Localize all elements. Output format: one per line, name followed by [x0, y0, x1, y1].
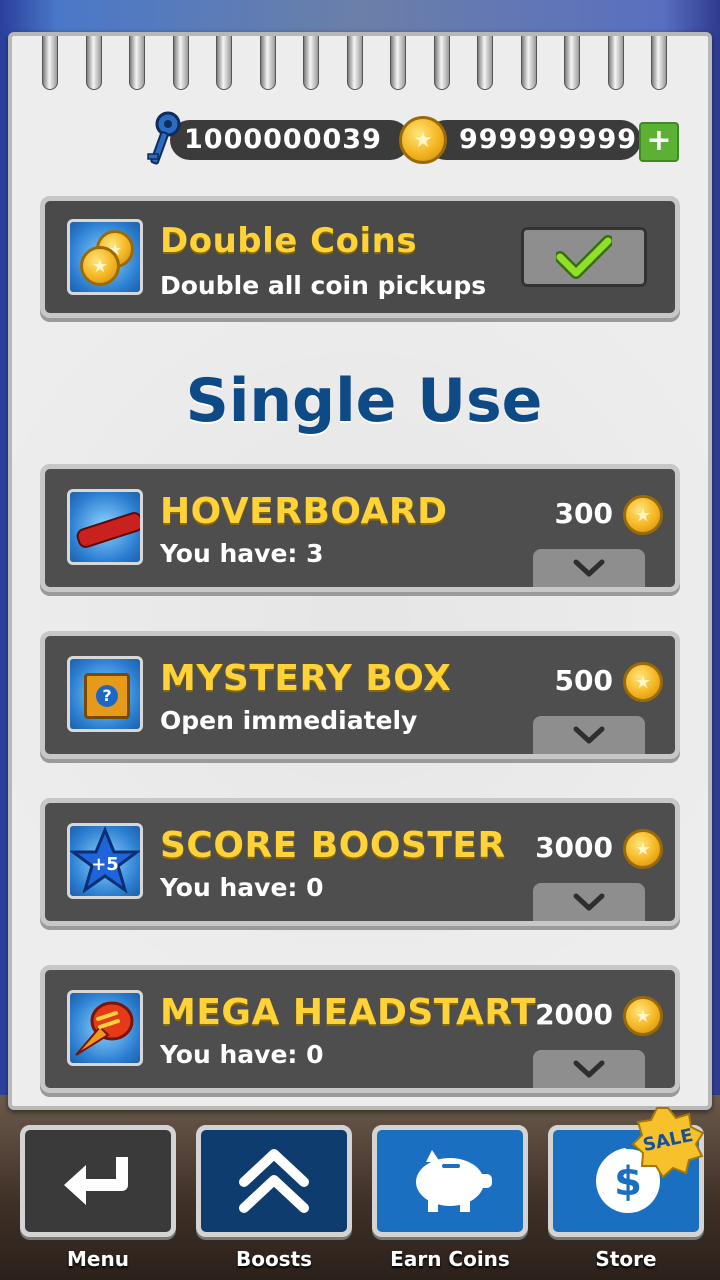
spiral-ring — [85, 36, 102, 90]
expand-button[interactable] — [533, 549, 645, 587]
item-subtitle: You have: 0 — [160, 1040, 324, 1069]
store-label: Store — [595, 1247, 657, 1271]
keys-count: 1000000039 — [184, 124, 382, 155]
item-mystery-box[interactable]: ? MYSTERY BOX Open immediately 500 ★ — [40, 631, 680, 759]
hoverboard-icon — [67, 489, 143, 565]
item-price: 2000 — [535, 998, 613, 1031]
section-title: Single Use — [185, 366, 543, 436]
double-coins-owned-button[interactable] — [521, 227, 647, 287]
earn-coins-label: Earn Coins — [390, 1247, 510, 1271]
currency-bar: 1000000039 ★ 999999999 + — [144, 111, 679, 165]
boosts-button[interactable] — [196, 1125, 352, 1237]
item-price: 300 — [554, 497, 613, 530]
coin-icon: ★ — [623, 996, 663, 1036]
spiral-ring — [651, 36, 667, 90]
notebook-panel: 1000000039 ★ 999999999 + ★ ★ Double Coin… — [8, 32, 712, 1110]
svg-text:+5: +5 — [91, 854, 119, 875]
spiral-ring — [477, 36, 493, 90]
piggy-bank-icon — [416, 1150, 492, 1212]
coin-icon: ★ — [623, 829, 663, 869]
expand-button[interactable] — [533, 1050, 645, 1088]
chevron-down-icon — [573, 726, 605, 744]
mystery-box-icon: ? — [67, 656, 143, 732]
spiral-ring — [259, 36, 276, 90]
score-booster-icon: +5 — [67, 823, 143, 899]
item-subtitle: You have: 3 — [160, 539, 324, 568]
coins-count: 999999999 — [459, 124, 638, 155]
chevron-down-icon — [573, 1060, 605, 1078]
item-price: 3000 — [535, 831, 613, 864]
spiral-ring — [564, 36, 580, 90]
earn-coins-button[interactable] — [372, 1125, 528, 1237]
double-chevron-up-icon — [239, 1149, 309, 1213]
item-hoverboard[interactable]: HOVERBOARD You have: 3 300 ★ — [40, 464, 680, 592]
chevron-down-icon — [573, 893, 605, 911]
spiral-ring — [216, 36, 232, 90]
expand-button[interactable] — [533, 883, 645, 921]
spiral-ring — [433, 36, 450, 90]
double-coins-subtitle: Double all coin pickups — [160, 271, 487, 300]
item-score-booster[interactable]: +5 SCORE BOOSTER You have: 0 3000 ★ — [40, 798, 680, 926]
spiral-ring — [607, 36, 624, 90]
coin-icon: ★ — [399, 116, 447, 164]
coin-icon: ★ — [623, 495, 663, 535]
spiral-ring — [346, 36, 363, 90]
coin-icon: ★ — [623, 662, 663, 702]
headstart-icon — [67, 990, 143, 1066]
checkmark-icon — [556, 235, 612, 279]
add-currency-button[interactable]: + — [639, 122, 679, 162]
spiral-ring — [129, 36, 145, 90]
double-coins-icon: ★ ★ — [67, 219, 143, 295]
spiral-ring — [390, 36, 406, 90]
key-icon — [147, 111, 181, 165]
menu-button[interactable] — [20, 1125, 176, 1237]
spiral-ring — [520, 36, 537, 90]
spiral-ring — [42, 36, 58, 90]
item-subtitle: You have: 0 — [160, 873, 324, 902]
back-arrow-icon — [64, 1157, 128, 1205]
item-price: 500 — [554, 664, 613, 697]
item-title: SCORE BOOSTER — [160, 825, 506, 866]
spiral-ring — [303, 36, 319, 90]
expand-button[interactable] — [533, 716, 645, 754]
double-coins-title: Double Coins — [160, 221, 418, 261]
item-mega-headstart[interactable]: MEGA HEADSTART You have: 0 2000 ★ — [40, 965, 680, 1093]
item-title: MYSTERY BOX — [160, 658, 452, 699]
spiral-ring — [172, 36, 189, 90]
item-subtitle: Open immediately — [160, 706, 418, 735]
menu-label: Menu — [67, 1247, 129, 1271]
boosts-label: Boosts — [235, 1247, 313, 1271]
item-title: HOVERBOARD — [160, 491, 448, 532]
chevron-down-icon — [573, 559, 605, 577]
item-title: MEGA HEADSTART — [160, 992, 537, 1033]
sale-badge: SALE — [632, 1106, 704, 1178]
double-coins-card: ★ ★ Double Coins Double all coin pickups — [40, 196, 680, 318]
